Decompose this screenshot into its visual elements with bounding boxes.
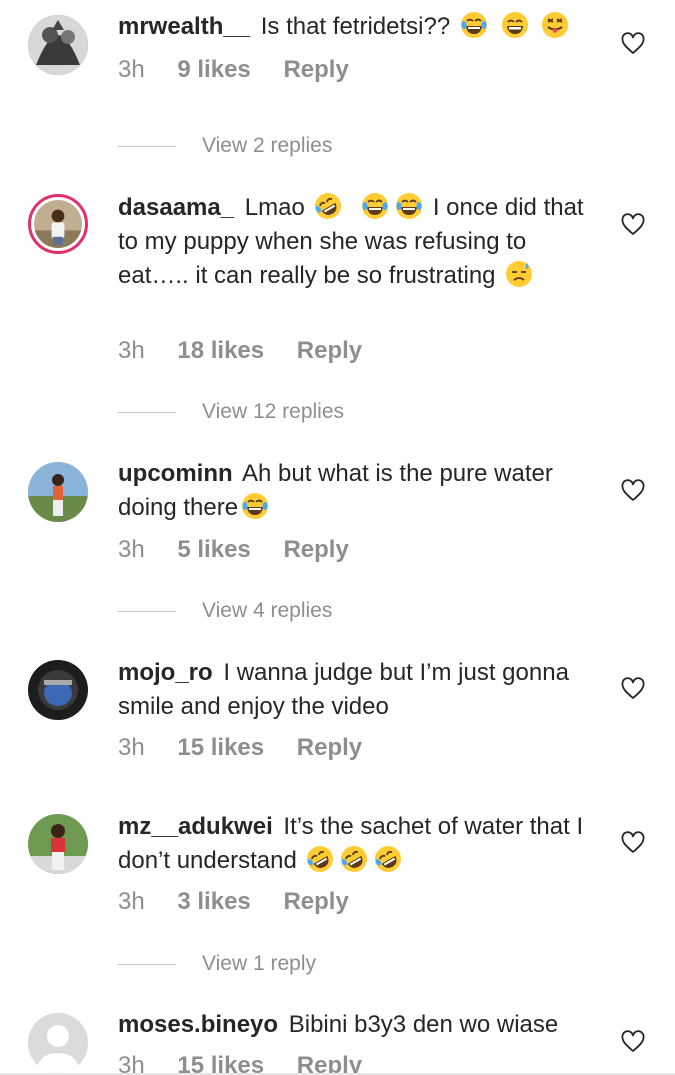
rofl-emoji-icon (339, 844, 369, 874)
comment-username[interactable]: upcominn (118, 460, 233, 487)
avatar-image (28, 15, 88, 75)
view-replies-label: View 4 replies (202, 599, 333, 622)
avatar[interactable] (28, 194, 88, 254)
comment-time: 3h (118, 536, 145, 563)
comment-username[interactable]: mrwealth__ (118, 13, 250, 40)
comment-likes[interactable]: 15 likes (177, 734, 264, 761)
comment-likes[interactable]: 5 likes (177, 536, 250, 563)
laughing-tears-emoji-icon (459, 10, 489, 40)
view-replies-label: View 12 replies (202, 400, 345, 423)
comment-likes[interactable]: 3 likes (177, 888, 250, 915)
reply-button[interactable]: Reply (297, 1052, 362, 1075)
comment-text: Lmao (244, 194, 305, 221)
comment-text: Is that fetridetsi?? (260, 13, 451, 40)
heart-icon[interactable] (621, 213, 645, 237)
comment-username[interactable]: dasaama_ (118, 194, 234, 221)
heart-icon[interactable] (621, 677, 645, 701)
rofl-emoji-icon (373, 844, 403, 874)
reply-button[interactable]: Reply (283, 888, 348, 915)
avatar[interactable] (28, 660, 88, 720)
rofl-emoji-icon (305, 844, 335, 874)
comment-username[interactable]: mojo_ro (118, 659, 213, 686)
divider-line (118, 411, 176, 413)
reply-button[interactable]: Reply (297, 734, 362, 761)
divider-line (118, 145, 176, 147)
avatar-image (28, 660, 88, 720)
laughing-tears-emoji-icon (360, 191, 390, 221)
grin-emoji-icon (500, 10, 530, 40)
avatar[interactable] (28, 462, 88, 522)
laughing-tears-emoji-icon (240, 491, 270, 521)
reply-button[interactable]: Reply (283, 56, 348, 83)
heart-icon[interactable] (621, 831, 645, 855)
reply-button[interactable]: Reply (283, 536, 348, 563)
comment-time: 3h (118, 337, 145, 364)
divider-line (118, 610, 176, 612)
comment-text: Bibini b3y3 den wo wiase (288, 1011, 559, 1038)
avatar[interactable] (28, 1013, 88, 1073)
avatar[interactable] (28, 814, 88, 874)
comment-time: 3h (118, 56, 145, 83)
view-replies-button[interactable]: View 1 reply (118, 949, 316, 979)
avatar-image (34, 200, 82, 248)
heart-icon[interactable] (621, 479, 645, 503)
comment-time: 3h (118, 888, 145, 915)
comment-time: 3h (118, 734, 145, 761)
view-replies-label: View 1 reply (202, 952, 317, 975)
divider-line (118, 963, 176, 965)
view-replies-button[interactable]: View 12 replies (118, 397, 344, 427)
avatar-image (28, 814, 88, 874)
sweat-emoji-icon (504, 259, 534, 289)
tongue-emoji-icon (540, 10, 570, 40)
view-replies-button[interactable]: View 2 replies (118, 131, 332, 161)
comment-time: 3h (118, 1052, 145, 1075)
comment-likes[interactable]: 15 likes (177, 1052, 264, 1075)
avatar-image (28, 462, 88, 522)
reply-button[interactable]: Reply (297, 337, 362, 364)
comment-likes[interactable]: 18 likes (177, 337, 264, 364)
rofl-emoji-icon (313, 191, 343, 221)
view-replies-button[interactable]: View 4 replies (118, 596, 332, 626)
comment-username[interactable]: mz__adukwei (118, 813, 273, 840)
heart-icon[interactable] (621, 1030, 645, 1054)
comment-likes[interactable]: 9 likes (177, 56, 250, 83)
comment-username[interactable]: moses.bineyo (118, 1011, 278, 1038)
laughing-tears-emoji-icon (394, 191, 424, 221)
person-silhouette-icon (28, 1013, 88, 1073)
view-replies-label: View 2 replies (202, 134, 333, 157)
heart-icon[interactable] (621, 32, 645, 56)
avatar[interactable] (28, 15, 88, 75)
